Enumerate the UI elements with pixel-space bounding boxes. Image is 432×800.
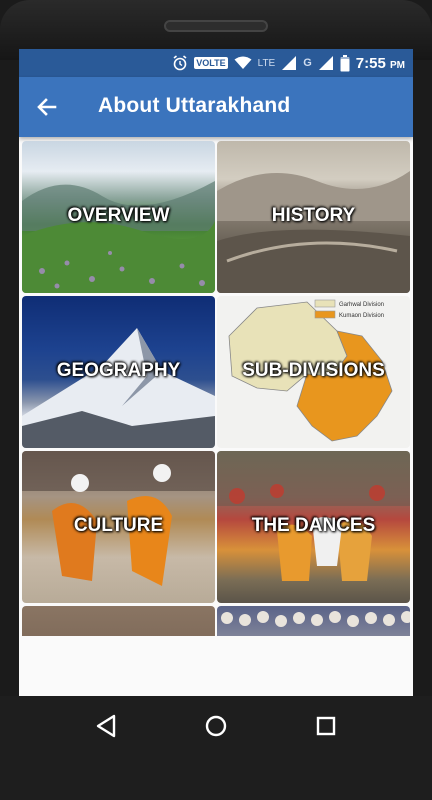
- tile-history[interactable]: HISTORY: [217, 141, 410, 293]
- battery-icon: [340, 54, 350, 71]
- nav-back-icon[interactable]: [92, 712, 120, 740]
- status-bar: VOLTE LTE G 7:55 PM: [19, 49, 413, 77]
- page-title: About Uttarakhand: [98, 94, 291, 117]
- navigation-bar: [0, 696, 432, 800]
- earpiece-speaker: [164, 20, 268, 32]
- back-arrow-icon[interactable]: [33, 93, 61, 121]
- tile-overview[interactable]: OVERVIEW: [22, 141, 215, 293]
- row4-right-image: [221, 611, 410, 627]
- topics-grid: OVERVIEW HISTORY GEOGRAPHY Garhwal Divis…: [22, 141, 410, 636]
- tile-label: THE DANCES: [251, 515, 376, 536]
- tile-culture[interactable]: CULTURE: [22, 451, 215, 603]
- tile-label: SUB-DIVISIONS: [242, 360, 385, 381]
- volte-badge: VOLTE: [194, 57, 228, 69]
- app-bar: About Uttarakhand: [19, 77, 413, 137]
- tile-label: OVERVIEW: [67, 205, 170, 226]
- tile-geography[interactable]: GEOGRAPHY: [22, 296, 215, 448]
- tile-sub-divisions[interactable]: Garhwal Division Kumaon Division SUB-DIV…: [217, 296, 410, 448]
- screen: VOLTE LTE G 7:55 PM About Uttarakhand OV…: [19, 49, 413, 696]
- signal-icon: [282, 56, 297, 70]
- wifi-icon: [234, 56, 252, 69]
- tile-row4-left[interactable]: [22, 606, 215, 636]
- tile-row4-right[interactable]: [217, 606, 410, 636]
- tile-label: HISTORY: [271, 205, 356, 226]
- phone-frame: VOLTE LTE G 7:55 PM About Uttarakhand OV…: [0, 0, 432, 800]
- lte-label: LTE: [257, 57, 276, 69]
- legend-kumaon: Kumaon Division: [339, 313, 384, 319]
- tile-the-dances[interactable]: THE DANCES: [217, 451, 410, 603]
- tile-label: CULTURE: [73, 515, 164, 536]
- alarm-icon: [173, 55, 187, 71]
- nav-recents-icon[interactable]: [312, 712, 340, 740]
- network-g-label: G: [303, 57, 312, 69]
- tile-label: GEOGRAPHY: [56, 360, 181, 381]
- clock: 7:55 PM: [355, 54, 405, 72]
- signal-icon-2: [318, 56, 333, 70]
- nav-home-icon[interactable]: [202, 712, 230, 740]
- legend-garhwal: Garhwal Division: [339, 302, 384, 308]
